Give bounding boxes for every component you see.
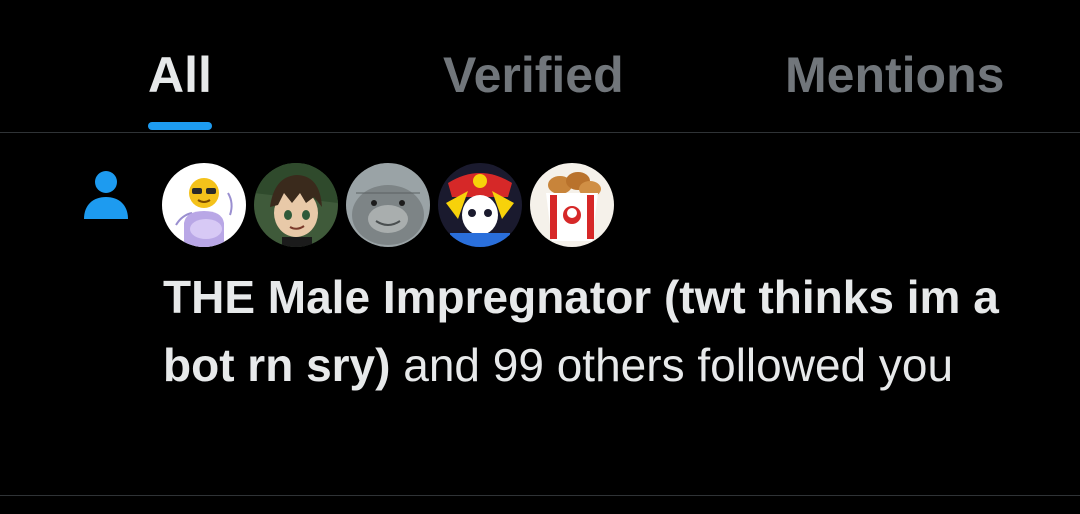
notification-text: THE Male Impregnator (twt thinks im a bo…	[163, 263, 1043, 399]
tab-verified[interactable]: Verified	[443, 40, 624, 110]
tab-all[interactable]: All	[148, 40, 212, 110]
seal-avatar[interactable]	[346, 163, 430, 247]
anime-boy-avatar[interactable]	[254, 163, 338, 247]
follow-notification[interactable]: THE Male Impregnator (twt thinks im a bo…	[0, 133, 1080, 496]
cartoon-avatar[interactable]	[438, 163, 522, 247]
active-tab-indicator	[148, 122, 212, 130]
notification-rest-text: and 99 others followed you	[390, 339, 954, 391]
kfc-bucket-avatar[interactable]	[530, 163, 614, 247]
tab-mentions[interactable]: Mentions	[785, 40, 1004, 110]
person-icon	[84, 171, 128, 219]
notification-tabs: All Verified Mentions	[0, 0, 1080, 133]
emoji-avatar[interactable]	[162, 163, 246, 247]
